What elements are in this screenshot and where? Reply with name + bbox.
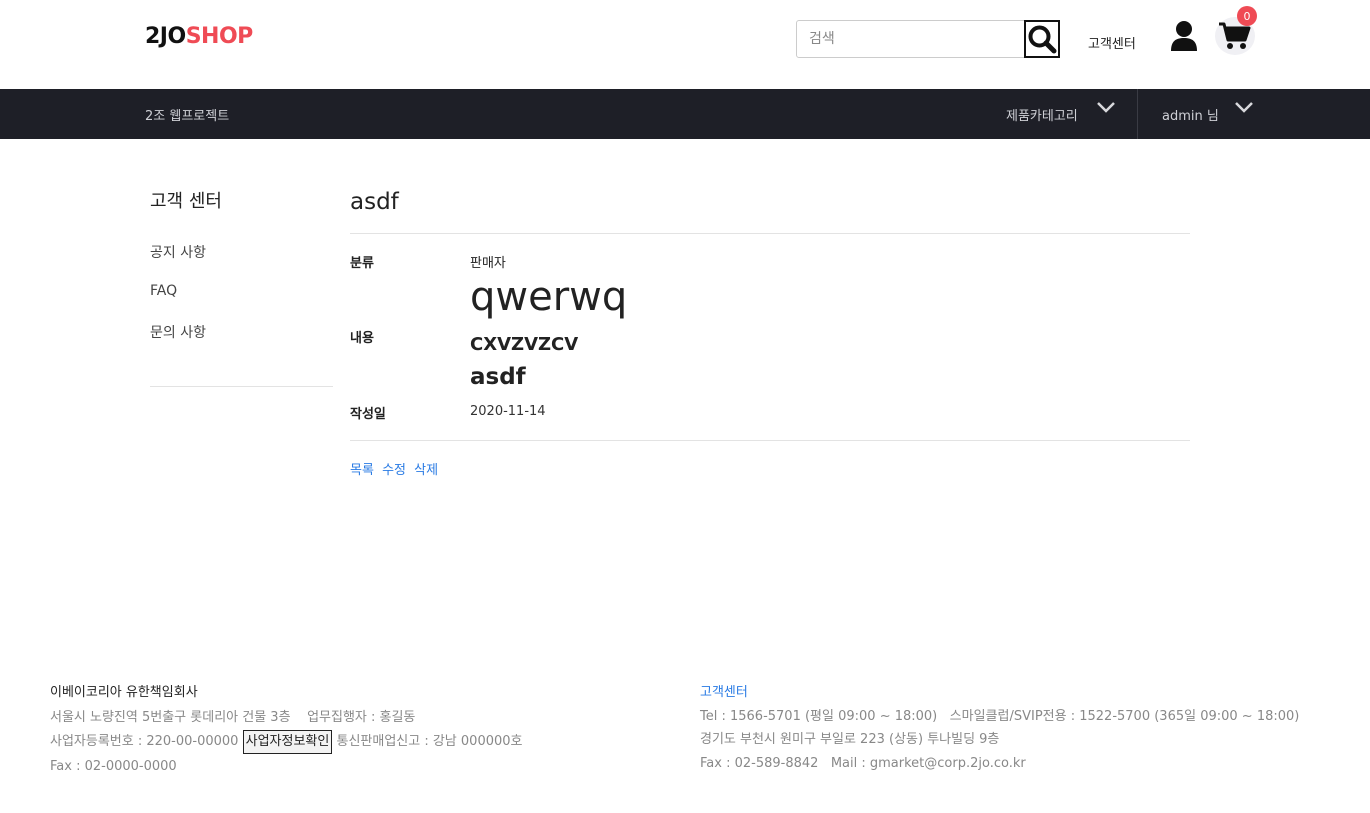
footer-cs-title[interactable]: 고객센터 <box>700 681 1340 705</box>
nav-category-menu[interactable]: 제품카테고리 <box>1006 105 1078 124</box>
footer-biz-number: 사업자등록번호 : 220-00-00000 <box>50 734 239 749</box>
article-title: asdf <box>350 189 399 215</box>
footer-company-name: 이베이코리아 유한책임회사 <box>50 685 198 700</box>
footer-contact-line: Fax : 02-589-8842 Mail : gmarket@corp.2j… <box>700 752 1340 776</box>
user-icon[interactable] <box>1170 20 1198 52</box>
nav-divider <box>1137 89 1138 139</box>
content-heading-2: asdf <box>470 364 526 390</box>
date-value: 2020-11-14 <box>470 404 546 419</box>
footer-fax: Fax : 02-0000-0000 <box>50 758 177 774</box>
sidebar-item-faq[interactable]: FAQ <box>150 283 177 299</box>
sidebar-title: 고객 센터 <box>150 191 222 212</box>
site-logo[interactable]: 2JOSHOP <box>145 24 253 49</box>
content-heading-3: CXVZVZCV <box>470 334 579 355</box>
edit-link[interactable]: 수정 <box>382 463 406 478</box>
footer-vip: 스마일클럽/SVIP전용 : 1522-5700 (365일 09:00 ~ 1… <box>949 708 1300 724</box>
chevron-down-icon[interactable] <box>1096 99 1116 115</box>
delete-link[interactable]: 삭제 <box>414 463 438 478</box>
footer-mail: Mail : gmarket@corp.2jo.co.kr <box>830 755 1026 771</box>
article-divider-bottom <box>350 440 1190 441</box>
footer-tel: Tel : 1566-5701 (평일 09:00 ~ 18:00) <box>700 708 938 724</box>
category-value: 판매자 <box>470 256 506 271</box>
article-actions: 목록 수정 삭제 <box>350 459 442 478</box>
biz-info-check-button[interactable]: 사업자정보확인 <box>242 730 333 754</box>
footer-cs-fax: Fax : 02-589-8842 <box>700 755 819 771</box>
list-link[interactable]: 목록 <box>350 463 374 478</box>
customer-center-link[interactable]: 고객센터 <box>1088 33 1136 52</box>
footer-biz-line: 사업자등록번호 : 220-00-00000 사업자정보확인 통신판매업신고 :… <box>50 730 670 755</box>
sidebar-item-inquiry[interactable]: 문의 사항 <box>150 322 206 342</box>
footer-phone-line: Tel : 1566-5701 (평일 09:00 ~ 18:00) 스마일클럽… <box>700 705 1340 729</box>
cart-count-badge: 0 <box>1237 6 1257 26</box>
nav-user-menu[interactable]: admin 님 <box>1162 105 1219 124</box>
content-heading-1: qwerwq <box>470 274 628 320</box>
search-input[interactable] <box>796 20 1026 58</box>
content-label: 내용 <box>350 331 374 346</box>
footer-cs-info: 고객센터 Tel : 1566-5701 (평일 09:00 ~ 18:00) … <box>700 681 1340 775</box>
footer-company-info: 이베이코리아 유한책임회사 서울시 노량진역 5번출구 롯데리아 건물 3층 업… <box>50 681 670 779</box>
sidebar-item-notice[interactable]: 공지 사항 <box>150 242 206 262</box>
footer-ceo: 업무집행자 : 홍길동 <box>307 709 416 725</box>
main-nav: 2조 웹프로젝트 제품카테고리 admin 님 <box>0 89 1370 139</box>
category-label: 분류 <box>350 256 374 271</box>
site-header: 2JOSHOP 고객센터 0 <box>0 0 1370 89</box>
nav-brand[interactable]: 2조 웹프로젝트 <box>145 105 229 124</box>
logo-part-2: SHOP <box>185 24 254 49</box>
footer-address: 서울시 노량진역 5번출구 롯데리아 건물 3층 <box>50 709 291 725</box>
footer-cs-address: 경기도 부천시 원미구 부일로 223 (상동) 투나빌딩 9층 <box>700 732 1000 747</box>
footer-ecommerce: 통신판매업신고 : 강남 000000호 <box>336 734 523 749</box>
chevron-down-icon[interactable] <box>1234 99 1254 115</box>
logo-part-1: 2JO <box>145 24 186 49</box>
article-divider-top <box>350 233 1190 234</box>
date-label: 작성일 <box>350 407 386 422</box>
search-button[interactable] <box>1024 20 1060 58</box>
search-icon <box>1028 25 1057 54</box>
footer-address-line: 서울시 노량진역 5번출구 롯데리아 건물 3층 업무집행자 : 홍길동 <box>50 706 670 731</box>
sidebar-divider <box>150 386 333 387</box>
